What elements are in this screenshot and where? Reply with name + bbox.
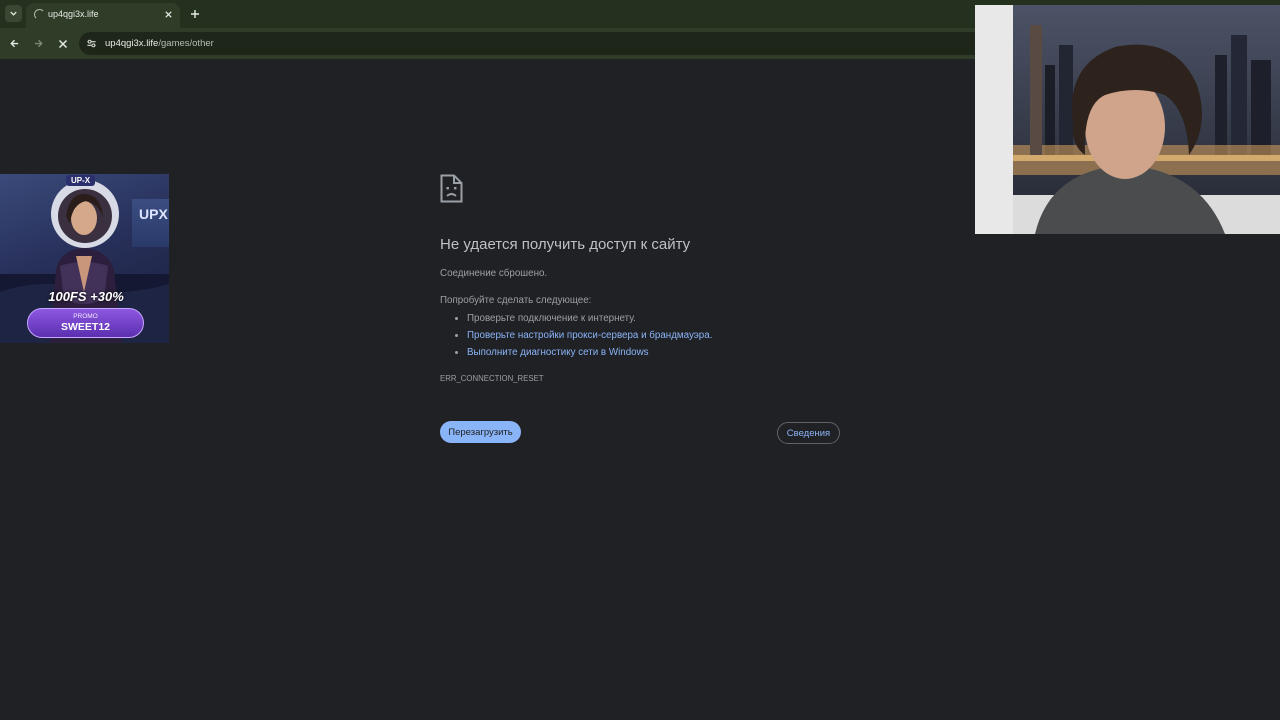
arrow-right-icon [34,39,43,48]
person-webcam-icon [975,5,1280,234]
suggestion-check-connection: Проверьте подключение к интернету. [467,312,712,329]
browser-tab[interactable]: up4qgi3x.life [26,3,180,28]
close-icon [58,39,67,48]
reload-button[interactable]: Перезагрузить [440,421,521,443]
promo-banner[interactable]: UPX UP-X 100FS +30% PROMO SWEET12 [0,174,169,343]
suggestion-text: Проверьте подключение к интернету. [467,313,636,324]
url-host: up4qgi3x.life [105,38,159,49]
promo-code-box: PROMO SWEET12 [27,308,144,338]
back-button[interactable] [7,36,22,51]
site-info-button[interactable] [84,36,99,51]
stop-loading-button[interactable] [55,36,70,51]
promo-flag-text: UPX [139,206,168,222]
suggestion-network-diagnostics-link[interactable]: Выполните диагностику сети в Windows [467,346,712,363]
forward-button[interactable] [31,36,46,51]
details-button[interactable]: Сведения [777,422,840,444]
promo-headline: 100FS +30% [48,289,124,304]
close-icon [165,11,172,18]
error-subtitle: Соединение сброшено. [440,268,548,279]
tab-title: up4qgi3x.life [48,9,99,19]
suggestions-list: Проверьте подключение к интернету. Прове… [455,312,712,363]
tune-icon [87,39,96,48]
sad-page-icon [440,174,463,203]
promo-code: SWEET12 [60,321,110,333]
promo-code-label: PROMO [73,313,98,320]
suggestion-link-text[interactable]: Проверьте настройки прокси-сервера и бра… [467,330,712,341]
plus-icon [190,9,199,18]
url-path: /games/other [158,38,214,49]
chevron-down-icon [10,11,17,16]
address-bar[interactable]: up4qgi3x.life/games/other [79,32,1089,55]
arrow-left-icon [10,39,19,48]
webcam-overlay [975,5,1280,234]
suggestion-link-text[interactable]: Выполните диагностику сети в Windows [467,347,649,358]
promo-brand-logo: UP-X [66,175,96,186]
error-code: ERR_CONNECTION_RESET [440,374,544,383]
suggestions-label: Попробуйте сделать следующее: [440,295,592,306]
new-tab-button[interactable] [187,6,202,21]
error-title: Не удается получить доступ к сайту [440,236,691,253]
url-text[interactable]: up4qgi3x.life/games/other [105,38,214,49]
tab-close-button[interactable] [162,8,175,21]
tab-search-button[interactable] [5,5,22,22]
loading-spinner-icon [34,9,45,20]
suggestion-proxy-firewall-link[interactable]: Проверьте настройки прокси-сервера и бра… [467,329,712,346]
